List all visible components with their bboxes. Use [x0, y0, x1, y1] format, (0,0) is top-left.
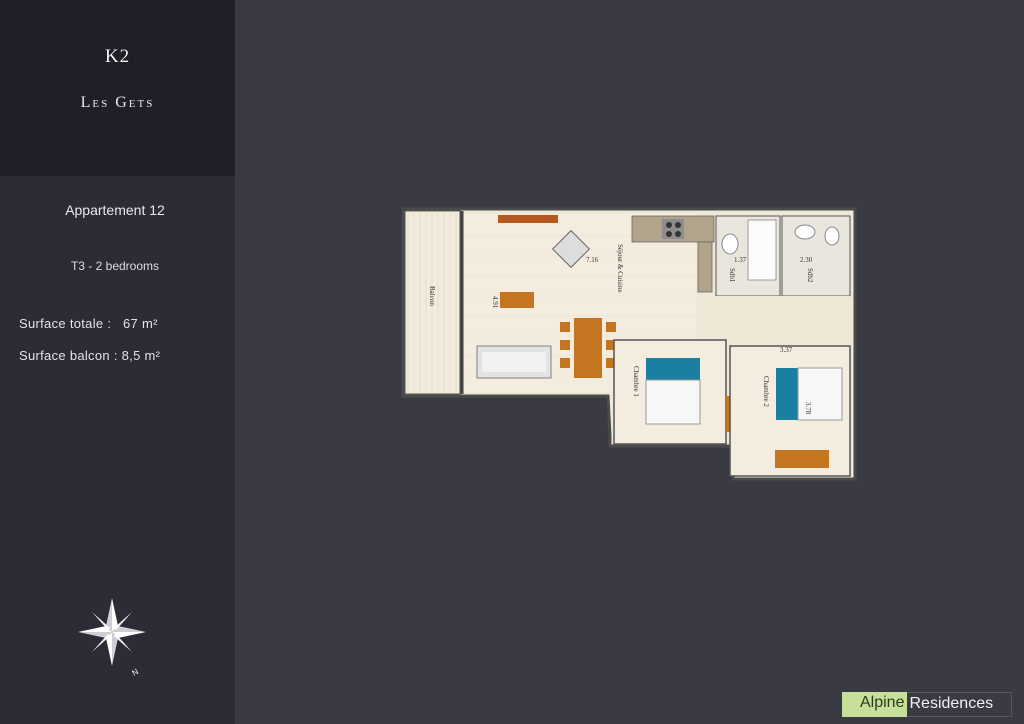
dim-living-depth: 4.91 [491, 296, 499, 309]
surface-total: Surface totale : 67 m² [19, 316, 158, 331]
alpine-residences-logo: Alpine Residences [842, 692, 1013, 717]
bathroom-2 [781, 215, 851, 297]
floor-plan: Balcon Séjour & Cuisine Sdb1 Sdb2 Chambr… [401, 207, 857, 481]
brand-header: K2 Les Gets [0, 0, 235, 176]
room-label-sdb1: Sdb1 [728, 268, 736, 283]
svg-text:N: N [131, 667, 141, 678]
surface-balcon: Surface balcon : 8,5 m² [19, 348, 161, 363]
room-label-chambre1: Chambre 1 [632, 366, 640, 397]
apartment-title: Appartement 12 [65, 202, 165, 218]
residence-code: K2 [104, 46, 131, 67]
logo-part-alpine: Alpine [842, 692, 908, 717]
sidebar: K2 Les Gets Appartement 12 T3 - 2 bedroo… [0, 0, 235, 724]
room-label-sdb2: Sdb2 [806, 268, 814, 283]
dim-bedroom2-width: 3.37 [780, 346, 793, 354]
room-label-sejour: Séjour & Cuisine [616, 244, 624, 293]
dim-sdb1: 1.37 [734, 256, 747, 264]
dim-living-width: 7.16 [586, 256, 599, 264]
compass-rose-icon: N [78, 598, 146, 678]
dim-bedroom2-depth: 3.78 [804, 402, 812, 415]
room-label-chambre2: Chambre 2 [762, 376, 770, 407]
room-label-balcon: Balcon [428, 286, 436, 306]
residence-location: Les Gets [80, 94, 155, 111]
logo-part-residences: Residences [907, 692, 1013, 717]
dim-sdb2: 2.30 [800, 256, 813, 264]
apartment-type: T3 - 2 bedrooms [70, 259, 160, 273]
